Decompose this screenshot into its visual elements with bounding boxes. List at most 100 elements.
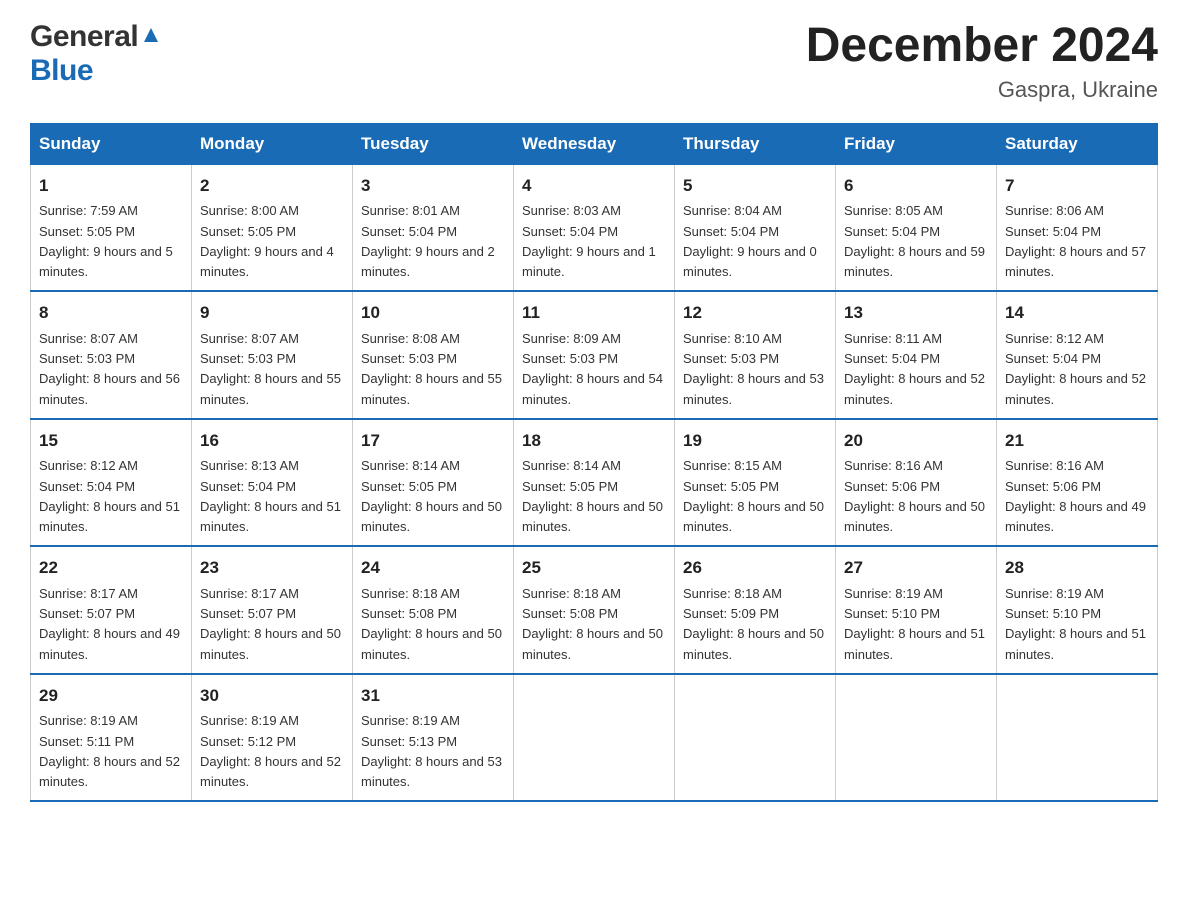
day-number: 26	[683, 555, 827, 581]
day-cell: 24Sunrise: 8:18 AMSunset: 5:08 PMDayligh…	[353, 546, 514, 674]
day-cell: 17Sunrise: 8:14 AMSunset: 5:05 PMDayligh…	[353, 419, 514, 547]
day-cell: 15 Sunrise: 8:12 AMSunset: 5:04 PMDayligh…	[31, 419, 192, 547]
calendar-body: 1Sunrise: 7:59 AMSunset: 5:05 PMDaylight…	[31, 164, 1158, 801]
location-subtitle: Gaspra, Ukraine	[806, 77, 1158, 103]
day-number: 10	[361, 300, 505, 326]
day-info: Sunrise: 8:19 AMSunset: 5:11 PMDaylight:…	[39, 713, 180, 789]
main-title: December 2024	[806, 20, 1158, 73]
day-number: 6	[844, 173, 988, 199]
day-cell: 4 Sunrise: 8:03 AMSunset: 5:04 PMDaylight…	[514, 164, 675, 291]
day-cell: 11 Sunrise: 8:09 AMSunset: 5:03 PMDayligh…	[514, 291, 675, 419]
day-number: 12	[683, 300, 827, 326]
day-number: 13	[844, 300, 988, 326]
day-cell: 20Sunrise: 8:16 AMSunset: 5:06 PMDayligh…	[836, 419, 997, 547]
day-cell: 19 Sunrise: 8:15 AMSunset: 5:05 PMDayligh…	[675, 419, 836, 547]
day-cell: 8Sunrise: 8:07 AMSunset: 5:03 PMDaylight…	[31, 291, 192, 419]
day-cell: 26 Sunrise: 8:18 AMSunset: 5:09 PMDayligh…	[675, 546, 836, 674]
logo-general-text: General	[30, 20, 138, 54]
day-number: 8	[39, 300, 183, 326]
logo: General Blue	[30, 20, 162, 88]
day-info: Sunrise: 8:10 AMSunset: 5:03 PMDaylight:…	[683, 331, 824, 407]
day-cell: 2 Sunrise: 8:00 AMSunset: 5:05 PMDaylight…	[192, 164, 353, 291]
day-number: 9	[200, 300, 344, 326]
header-row: SundayMondayTuesdayWednesdayThursdayFrid…	[31, 123, 1158, 164]
day-info: Sunrise: 8:04 AMSunset: 5:04 PMDaylight:…	[683, 203, 817, 279]
header-friday: Friday	[836, 123, 997, 164]
day-number: 14	[1005, 300, 1149, 326]
day-number: 28	[1005, 555, 1149, 581]
day-cell: 27 Sunrise: 8:19 AMSunset: 5:10 PMDayligh…	[836, 546, 997, 674]
day-number: 4	[522, 173, 666, 199]
day-number: 21	[1005, 428, 1149, 454]
day-number: 5	[683, 173, 827, 199]
day-info: Sunrise: 8:09 AMSunset: 5:03 PMDaylight:…	[522, 331, 663, 407]
day-cell: 22 Sunrise: 8:17 AMSunset: 5:07 PMDayligh…	[31, 546, 192, 674]
day-cell: 3 Sunrise: 8:01 AMSunset: 5:04 PMDaylight…	[353, 164, 514, 291]
day-number: 31	[361, 683, 505, 709]
week-row-4: 22 Sunrise: 8:17 AMSunset: 5:07 PMDayligh…	[31, 546, 1158, 674]
day-cell: 6 Sunrise: 8:05 AMSunset: 5:04 PMDaylight…	[836, 164, 997, 291]
title-block: December 2024 Gaspra, Ukraine	[806, 20, 1158, 103]
day-cell: 1Sunrise: 7:59 AMSunset: 5:05 PMDaylight…	[31, 164, 192, 291]
calendar-table: SundayMondayTuesdayWednesdayThursdayFrid…	[30, 123, 1158, 803]
logo-triangle-icon	[140, 24, 162, 46]
day-cell: 7Sunrise: 8:06 AMSunset: 5:04 PMDaylight…	[997, 164, 1158, 291]
page-header: General Blue December 2024 Gaspra, Ukrai…	[30, 20, 1158, 103]
day-info: Sunrise: 8:06 AMSunset: 5:04 PMDaylight:…	[1005, 203, 1146, 279]
day-cell: 10Sunrise: 8:08 AMSunset: 5:03 PMDayligh…	[353, 291, 514, 419]
day-cell	[997, 674, 1158, 802]
day-info: Sunrise: 8:19 AMSunset: 5:13 PMDaylight:…	[361, 713, 502, 789]
logo-blue-text: Blue	[30, 54, 93, 87]
day-info: Sunrise: 8:16 AMSunset: 5:06 PMDaylight:…	[1005, 458, 1146, 534]
day-cell: 18Sunrise: 8:14 AMSunset: 5:05 PMDayligh…	[514, 419, 675, 547]
day-cell: 25 Sunrise: 8:18 AMSunset: 5:08 PMDayligh…	[514, 546, 675, 674]
day-cell: 31 Sunrise: 8:19 AMSunset: 5:13 PMDayligh…	[353, 674, 514, 802]
day-info: Sunrise: 8:13 AMSunset: 5:04 PMDaylight:…	[200, 458, 341, 534]
day-info: Sunrise: 8:01 AMSunset: 5:04 PMDaylight:…	[361, 203, 495, 279]
day-info: Sunrise: 8:00 AMSunset: 5:05 PMDaylight:…	[200, 203, 334, 279]
day-number: 17	[361, 428, 505, 454]
week-row-2: 8 Sunrise: 8:07 AMSunset: 5:03 PMDaylight…	[31, 291, 1158, 419]
header-wednesday: Wednesday	[514, 123, 675, 164]
day-number: 27	[844, 555, 988, 581]
day-info: Sunrise: 8:11 AMSunset: 5:04 PMDaylight:…	[844, 331, 985, 407]
day-info: Sunrise: 8:15 AMSunset: 5:05 PMDaylight:…	[683, 458, 824, 534]
day-cell	[675, 674, 836, 802]
day-cell	[514, 674, 675, 802]
day-cell: 12 Sunrise: 8:10 AMSunset: 5:03 PMDayligh…	[675, 291, 836, 419]
day-number: 30	[200, 683, 344, 709]
day-number: 3	[361, 173, 505, 199]
header-saturday: Saturday	[997, 123, 1158, 164]
day-info: Sunrise: 8:12 AMSunset: 5:04 PMDaylight:…	[39, 458, 180, 534]
day-number: 15	[39, 428, 183, 454]
day-number: 23	[200, 555, 344, 581]
day-cell: 21 Sunrise: 8:16 AMSunset: 5:06 PMDayligh…	[997, 419, 1158, 547]
day-info: Sunrise: 8:19 AMSunset: 5:10 PMDaylight:…	[1005, 586, 1146, 662]
day-info: Sunrise: 8:19 AMSunset: 5:12 PMDaylight:…	[200, 713, 341, 789]
day-number: 22	[39, 555, 183, 581]
day-info: Sunrise: 8:17 AMSunset: 5:07 PMDaylight:…	[39, 586, 180, 662]
day-cell: 30 Sunrise: 8:19 AMSunset: 5:12 PMDayligh…	[192, 674, 353, 802]
day-cell: 23Sunrise: 8:17 AMSunset: 5:07 PMDayligh…	[192, 546, 353, 674]
day-number: 25	[522, 555, 666, 581]
day-number: 2	[200, 173, 344, 199]
day-info: Sunrise: 8:05 AMSunset: 5:04 PMDaylight:…	[844, 203, 985, 279]
day-info: Sunrise: 8:03 AMSunset: 5:04 PMDaylight:…	[522, 203, 656, 279]
day-number: 16	[200, 428, 344, 454]
day-info: Sunrise: 8:19 AMSunset: 5:10 PMDaylight:…	[844, 586, 985, 662]
day-cell: 16 Sunrise: 8:13 AMSunset: 5:04 PMDayligh…	[192, 419, 353, 547]
day-cell: 14Sunrise: 8:12 AMSunset: 5:04 PMDayligh…	[997, 291, 1158, 419]
day-cell: 5 Sunrise: 8:04 AMSunset: 5:04 PMDaylight…	[675, 164, 836, 291]
day-info: Sunrise: 8:14 AMSunset: 5:05 PMDaylight:…	[522, 458, 663, 534]
day-number: 19	[683, 428, 827, 454]
day-info: Sunrise: 8:07 AMSunset: 5:03 PMDaylight:…	[200, 331, 341, 407]
day-number: 1	[39, 173, 183, 199]
day-cell: 29Sunrise: 8:19 AMSunset: 5:11 PMDayligh…	[31, 674, 192, 802]
day-number: 11	[522, 300, 666, 326]
day-cell: 28 Sunrise: 8:19 AMSunset: 5:10 PMDayligh…	[997, 546, 1158, 674]
week-row-1: 1Sunrise: 7:59 AMSunset: 5:05 PMDaylight…	[31, 164, 1158, 291]
header-thursday: Thursday	[675, 123, 836, 164]
day-cell: 9 Sunrise: 8:07 AMSunset: 5:03 PMDaylight…	[192, 291, 353, 419]
day-info: Sunrise: 8:18 AMSunset: 5:08 PMDaylight:…	[522, 586, 663, 662]
day-info: Sunrise: 8:18 AMSunset: 5:09 PMDaylight:…	[683, 586, 824, 662]
